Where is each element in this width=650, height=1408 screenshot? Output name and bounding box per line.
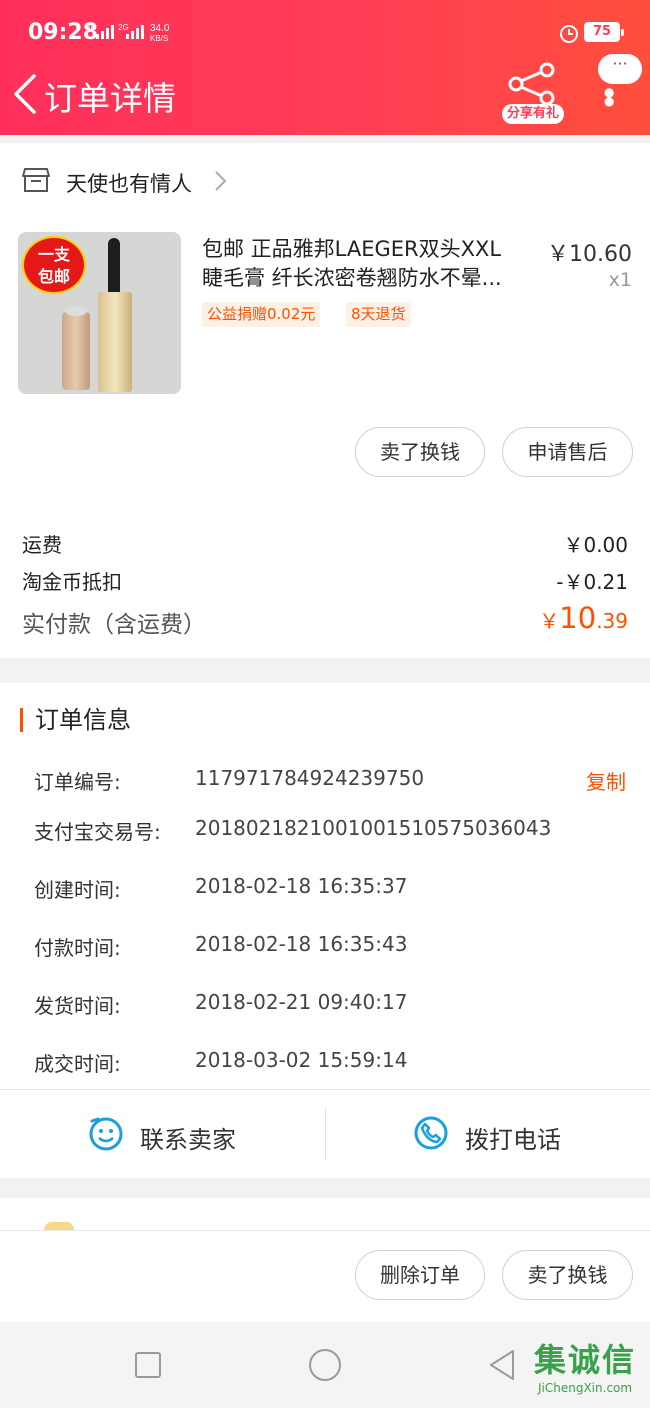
info-label: 支付宝交易号: <box>34 820 161 844</box>
bottom-divider <box>0 1230 650 1231</box>
coin-deduction-label: 淘金币抵扣 <box>22 570 122 594</box>
info-value: 117971784924239750 <box>195 766 425 790</box>
home-icon[interactable] <box>309 1349 341 1381</box>
chevron-right-icon <box>215 171 227 191</box>
message-bubble-icon: ··· <box>598 54 642 84</box>
resell-button-bottom[interactable]: 卖了换钱 <box>502 1250 633 1300</box>
app-header: 09:28 4G 2G 34.0 KB/S 75 订单详情 分享有礼 ··· ●… <box>0 0 650 135</box>
info-label: 订单编号: <box>34 770 121 794</box>
share-icon <box>508 62 555 106</box>
watermark-domain: JiChengXin.com <box>538 1381 633 1395</box>
paid-decimal: .39 <box>596 609 628 633</box>
network-type-label: 4G <box>86 23 97 32</box>
partial-content-peek <box>44 1222 74 1230</box>
alarm-icon <box>560 25 578 43</box>
phone-icon <box>414 1116 448 1150</box>
more-menu-button[interactable]: ··· ● ● <box>596 54 644 120</box>
watermark-text: 集诚信 <box>534 1341 637 1379</box>
network-type-label-2: 2G <box>118 23 129 32</box>
info-label: 付款时间: <box>34 936 121 960</box>
back-triangle-icon[interactable] <box>487 1348 517 1382</box>
paid-total-value: ￥10.39 <box>539 601 628 635</box>
info-value: 2018-02-18 16:35:43 <box>195 932 408 956</box>
shop-row[interactable]: 天使也有情人 <box>0 143 650 223</box>
shop-name: 天使也有情人 <box>66 172 192 196</box>
resell-button[interactable]: 卖了换钱 <box>355 427 485 477</box>
product-image[interactable]: 一支 包邮 <box>18 232 181 394</box>
info-label: 成交时间: <box>34 1052 121 1076</box>
return-policy-tag: 8天退货 <box>346 302 411 327</box>
call-phone-button[interactable]: 拨打电话 <box>325 1090 650 1179</box>
info-value: 2018-02-21 09:40:17 <box>195 990 408 1014</box>
status-bar: 09:28 4G 2G 34.0 KB/S 75 <box>0 0 650 60</box>
paid-integer: 10 <box>559 601 597 635</box>
copy-button[interactable]: 复制 <box>586 766 626 795</box>
info-value: 2018-02-18 16:35:37 <box>195 874 408 898</box>
product-title[interactable]: 包邮 正品雅邦LAEGER双头XXL 睫毛膏 纤长浓密卷翘防水不晕... <box>202 235 532 293</box>
info-label: 发货时间: <box>34 994 121 1018</box>
speed-value: 34.0 <box>150 23 170 34</box>
contact-seller-button[interactable]: 联系卖家 <box>0 1090 325 1179</box>
info-value: 2018-03-02 15:59:14 <box>195 1048 408 1072</box>
contact-bar: 联系卖家 拨打电话 <box>0 1089 650 1178</box>
nav-bar: 订单详情 分享有礼 ··· ● ● <box>0 54 650 135</box>
paid-yen: ￥ <box>539 609 560 633</box>
share-button[interactable]: 分享有礼 <box>500 62 566 128</box>
battery-indicator: 75 <box>584 22 624 42</box>
share-badge-label: 分享有礼 <box>502 104 564 124</box>
mascara-brush-image <box>108 238 120 294</box>
charity-tag: 公益捐赠0.02元 <box>202 302 321 327</box>
more-dots-icon: ● ● <box>604 85 615 108</box>
bottom-action-bar: 删除订单 卖了换钱 <box>0 1198 650 1322</box>
info-value: 2018021821001001510575036043 <box>195 816 552 840</box>
back-arrow-icon[interactable] <box>10 72 40 116</box>
watermark-logo: 集诚信 JiChengXin.com <box>530 1335 648 1405</box>
recent-apps-icon[interactable] <box>135 1352 161 1378</box>
mascara-bottle-image <box>98 292 132 392</box>
signal-icon: 4G 2G 34.0 KB/S <box>86 23 170 43</box>
store-icon <box>22 168 50 192</box>
paid-total-label: 实付款（含运费） <box>22 612 206 638</box>
network-indicator: 4G 2G 34.0 KB/S <box>86 22 170 44</box>
speed-unit: KB/S <box>150 34 168 42</box>
product-quantity: x1 <box>608 269 632 291</box>
contact-seller-label: 联系卖家 <box>140 1126 236 1154</box>
call-phone-label: 拨打电话 <box>465 1126 561 1154</box>
shipping-fee-value: ￥0.00 <box>563 533 628 557</box>
product-price: ￥10.60 <box>547 242 632 267</box>
page-title: 订单详情 <box>44 79 176 118</box>
info-label: 创建时间: <box>34 878 121 902</box>
order-info-card: 订单信息 订单编号: 117971784924239750 复制 支付宝交易号:… <box>0 683 650 1178</box>
order-info-title: 订单信息 <box>20 708 131 732</box>
free-shipping-sticker: 一支 包邮 <box>22 236 86 294</box>
order-product-card: 天使也有情人 一支 包邮 包邮 正品雅邦LAEGER双头XXL 睫毛膏 纤长浓密… <box>0 143 650 658</box>
sticker-line-2: 包邮 <box>37 267 70 286</box>
shipping-fee-label: 运费 <box>22 533 62 557</box>
sticker-line-1: 一支 <box>37 245 70 264</box>
product-title-line-1: 包邮 正品雅邦LAEGER双头XXL <box>202 237 502 261</box>
mascara-tube-image <box>62 306 90 390</box>
product-title-line-2: 睫毛膏 纤长浓密卷翘防水不晕... <box>202 266 502 290</box>
coin-deduction-value: -￥0.21 <box>556 570 628 594</box>
after-sales-button[interactable]: 申请售后 <box>502 427 633 477</box>
delete-order-button[interactable]: 删除订单 <box>355 1250 485 1300</box>
chat-smile-icon <box>89 1117 123 1151</box>
